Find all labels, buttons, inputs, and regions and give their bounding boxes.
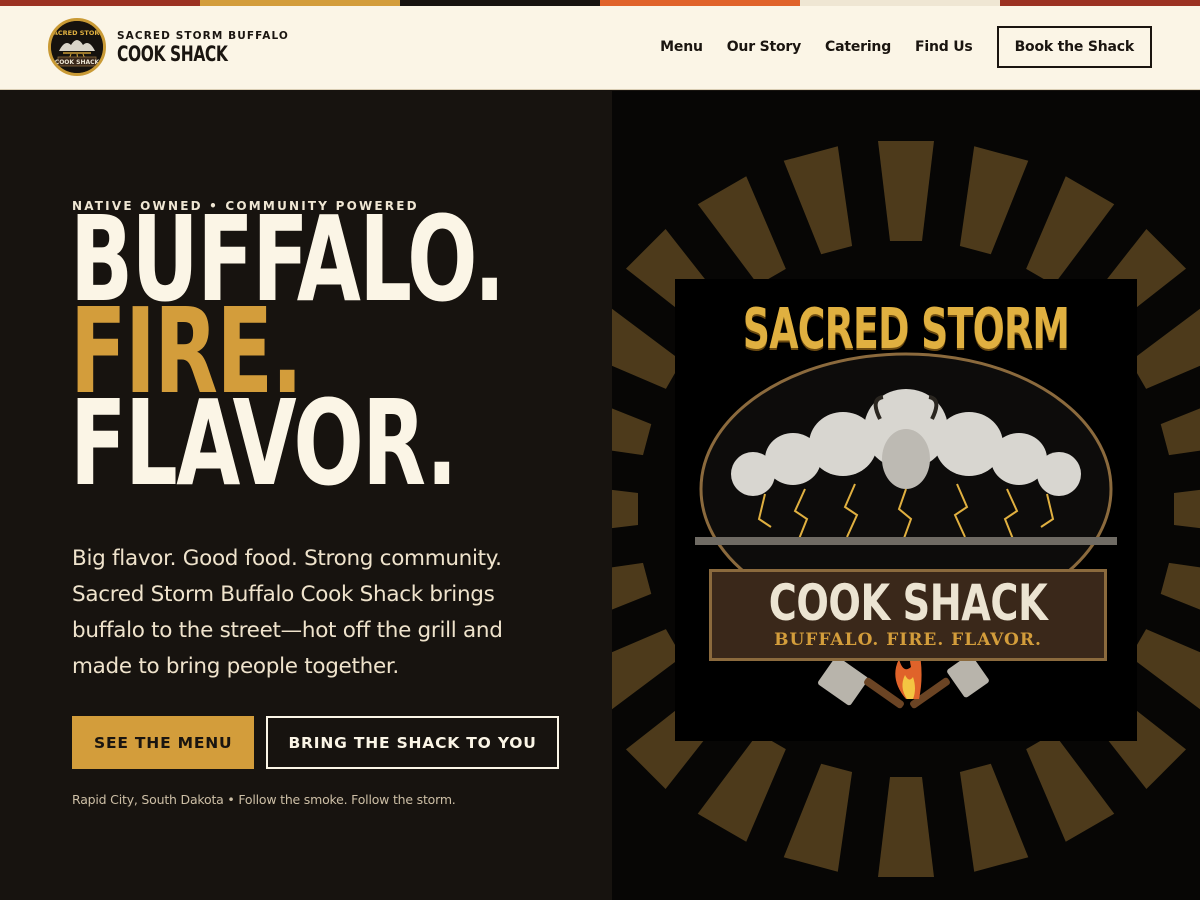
badge-top-text: SACRED STORM [51, 29, 103, 37]
brand-tagline: SACRED STORM BUFFALO [117, 29, 289, 42]
nav-menu[interactable]: Menu [660, 39, 703, 55]
sunburst-ray [783, 146, 853, 255]
sunburst-ray [612, 386, 652, 456]
cook-shack-logo-image: SACRED STORM COOK SHACK BUFFALO. FIRE. F… [675, 279, 1137, 741]
nav-catering[interactable]: Catering [825, 39, 891, 55]
bring-the-shack-button[interactable]: BRING THE SHACK TO YOU [266, 716, 559, 769]
sunburst-ray [612, 481, 638, 537]
logo-title-text: SACRED STORM [742, 297, 1070, 362]
sunburst-ray [1026, 176, 1115, 285]
see-the-menu-button[interactable]: SEE THE MENU [72, 716, 255, 769]
logo-plate-sub: BUFFALO. FIRE. FLAVOR. [774, 630, 1042, 650]
sunburst-ray [959, 146, 1029, 255]
hero-image-panel: SACRED STORM COOK SHACK BUFFALO. FIRE. F… [612, 91, 1200, 900]
brand-name: COOK SHACK [117, 41, 228, 66]
hero-text-panel: NATIVE OWNED • COMMUNITY POWERED BUFFALO… [0, 91, 612, 900]
sunburst-ray [1160, 386, 1200, 456]
sunburst-ray [783, 763, 853, 872]
sunburst-ray [1160, 562, 1200, 632]
sunburst-ray [878, 777, 934, 877]
badge-bottom-text: COOK SHACK [55, 59, 100, 66]
headline-line-flavor: FLAVOR. [70, 374, 458, 512]
hero-headline: BUFFALO. FIRE. FLAVOR. [70, 200, 505, 512]
brand-badge-icon: COOK SHACK SACRED STORM [48, 18, 106, 76]
hero-cta-row: SEE THE MENU BRING THE SHACK TO YOU [72, 716, 559, 769]
sunburst-ray [1174, 481, 1200, 537]
site-header: COOK SHACK SACRED STORM SACRED STORM BUF… [0, 6, 1200, 90]
cleaver-icon [818, 656, 904, 709]
sunburst-ray [612, 562, 652, 632]
sunburst-ray [697, 176, 786, 285]
logo-nameplate: COOK SHACK BUFFALO. FIRE. FLAVOR. [709, 569, 1107, 661]
nav-find-us[interactable]: Find Us [915, 39, 973, 55]
nav-our-story[interactable]: Our Story [727, 39, 801, 55]
main-nav: Menu Our Story Catering Find Us Book the… [660, 26, 1152, 68]
badge-artwork: COOK SHACK SACRED STORM [51, 21, 103, 73]
book-the-shack-button[interactable]: Book the Shack [996, 26, 1152, 68]
sunburst-ray [959, 763, 1029, 872]
hero-location-note: Rapid City, South Dakota • Follow the sm… [72, 792, 456, 807]
sunburst-ray [878, 141, 934, 241]
sunburst-ray [697, 733, 786, 842]
brand-logo-link[interactable]: COOK SHACK SACRED STORM SACRED STORM BUF… [48, 18, 289, 76]
hero-description: Big flavor. Good food. Strong community.… [72, 546, 503, 679]
sunburst-ray [1026, 733, 1115, 842]
logo-plate-main: COOK SHACK [768, 574, 1048, 632]
